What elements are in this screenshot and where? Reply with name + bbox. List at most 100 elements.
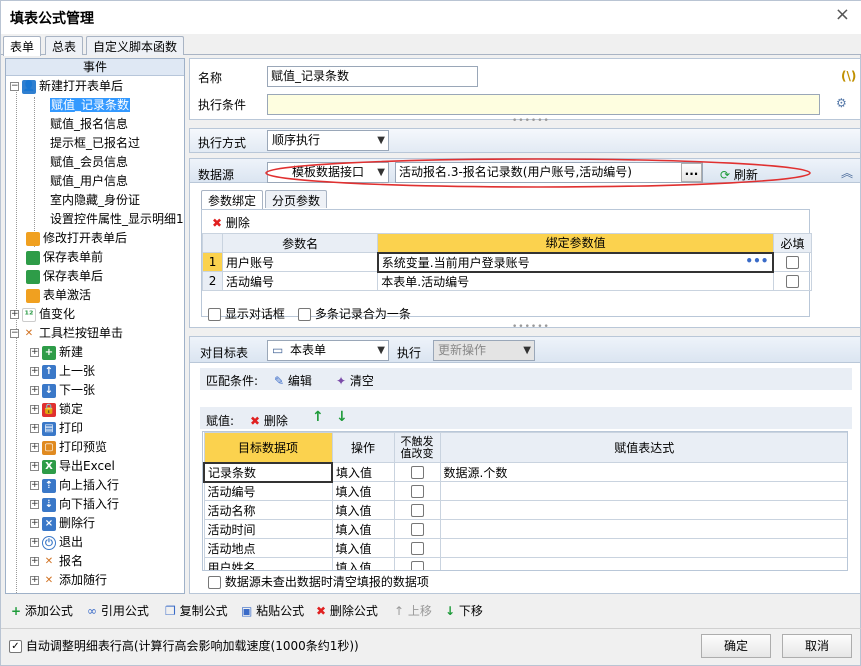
tab-form[interactable]: 表单	[3, 36, 42, 56]
expand-icon[interactable]: +	[30, 462, 39, 471]
expand-icon[interactable]: +	[30, 405, 39, 414]
collapse-up-icon[interactable]: ︽	[841, 164, 853, 181]
tree-node-formula[interactable]: 室内隐藏_身份证	[50, 191, 140, 210]
tree-node-formula[interactable]: 提示框_已报名过	[50, 134, 140, 153]
tree-node-new-open[interactable]: − 👤 新建打开表单后	[10, 77, 123, 96]
add-formula-button[interactable]: + 添加公式	[11, 602, 73, 620]
expand-icon[interactable]: +	[30, 424, 39, 433]
no-trigger-checkbox[interactable]	[410, 542, 424, 555]
expand-icon[interactable]: +	[30, 538, 39, 547]
auto-adjust-option[interactable]: ✓ 自动调整明细表行高(计算行高会影响加载速度(1000条约1秒))	[9, 637, 359, 654]
tree-node-btn-insert-down[interactable]: + ⇣ 向下插入行	[30, 495, 119, 514]
assign-grid-viewport[interactable]: 目标数据项 操作 不触发值改变 赋值表达式 记录条数 填入值 数据源.个数 活动…	[202, 431, 848, 571]
expand-icon[interactable]: +	[30, 576, 39, 585]
required-checkbox[interactable]	[786, 256, 800, 269]
param-delete-button[interactable]: ✖ 删除	[212, 214, 250, 231]
move-down-button[interactable]: ↓ 下移	[445, 602, 483, 620]
tree-node-btn-export-excel[interactable]: + X 导出Excel	[30, 457, 115, 476]
no-trigger-checkbox[interactable]	[410, 485, 424, 498]
assign-op-cell[interactable]: 填入值	[331, 519, 395, 539]
close-icon[interactable]: ×	[835, 4, 850, 25]
assign-target-cell[interactable]: 记录条数	[203, 461, 333, 483]
tree-node-formula[interactable]: 设置控件属性_显示明细1	[50, 210, 184, 229]
clear-on-empty-checkbox[interactable]	[208, 576, 221, 589]
assign-target-cell[interactable]: 活动地点	[203, 538, 333, 558]
clear-on-empty-option[interactable]: 数据源未查出数据时清空填报的数据项	[208, 573, 429, 590]
expand-icon[interactable]: +	[30, 348, 39, 357]
param-grid[interactable]: 参数名 绑定参数值 必填 1 用户账号 系统变量.当前用户登录账号 ••• 2 活…	[201, 233, 813, 291]
assign-expr-cell[interactable]	[439, 481, 847, 501]
expand-icon[interactable]: +	[10, 310, 19, 319]
table-row[interactable]: 2 活动编号 本表单.活动编号	[201, 271, 813, 291]
merge-records-checkbox[interactable]	[298, 308, 311, 321]
assign-op-cell[interactable]: 填入值	[331, 481, 395, 501]
name-input[interactable]: 赋值_记录条数	[267, 66, 478, 87]
assign-target-cell[interactable]: 活动名称	[203, 500, 333, 520]
tab-param-binding[interactable]: 参数绑定	[201, 190, 264, 209]
tree-node-btn-new[interactable]: + + 新建	[30, 343, 83, 362]
table-row[interactable]: 活动编号 填入值	[203, 481, 847, 501]
assign-target-cell[interactable]: 活动时间	[203, 519, 333, 539]
tree-node-formula[interactable]: 赋值_记录条数	[50, 96, 131, 115]
tree-node-after-save[interactable]: 保存表单后	[26, 267, 103, 286]
move-up-button[interactable]: ↑ 上移	[394, 602, 432, 620]
assign-expr-cell[interactable]	[439, 538, 847, 558]
tree-node-btn-exit[interactable]: + ⏻ 退出	[30, 533, 83, 552]
assign-op-cell[interactable]: 填入值	[331, 500, 395, 520]
param-value-cell[interactable]: 系统变量.当前用户登录账号 •••	[376, 251, 775, 273]
expand-icon[interactable]: +	[30, 500, 39, 509]
collapse-icon[interactable]: −	[10, 329, 19, 338]
collapse-icon[interactable]: −	[10, 82, 19, 91]
merge-records-option[interactable]: 多条记录合为一条	[298, 305, 411, 322]
event-tree[interactable]: 事件 − 👤 新建打开表单后 赋值_记录条数 赋值_报名信息 提示框_已报名过 赋值…	[5, 58, 185, 594]
expand-icon[interactable]: +	[30, 557, 39, 566]
delete-formula-button[interactable]: ✖ 删除公式	[316, 602, 378, 620]
tab-summary[interactable]: 总表	[45, 36, 84, 55]
tree-node-value-change[interactable]: + ¹² 值变化	[10, 305, 75, 324]
tree-node-btn-signup[interactable]: + ✕ 报名	[30, 552, 83, 571]
expand-icon[interactable]: +	[30, 386, 39, 395]
assign-expr-cell[interactable]	[439, 519, 847, 539]
no-trigger-checkbox[interactable]	[410, 561, 424, 570]
table-row[interactable]: 记录条数 填入值 数据源.个数	[203, 461, 847, 483]
param-value-cell[interactable]: 本表单.活动编号	[377, 271, 774, 291]
tree-node-btn-print[interactable]: + ▤ 打印	[30, 419, 83, 438]
tree-node-btn-insert-up[interactable]: + ⇡ 向上插入行	[30, 476, 119, 495]
assign-op-cell[interactable]: 填入值	[331, 538, 395, 558]
assign-target-cell[interactable]: 用户姓名	[203, 557, 333, 570]
tree-node-btn-add-companion[interactable]: + ✕ 添加随行	[30, 571, 107, 590]
assign-expr-cell[interactable]	[439, 557, 847, 570]
match-clear-button[interactable]: ✦ 清空	[336, 372, 374, 389]
assign-expr-cell[interactable]	[439, 500, 847, 520]
assign-expr-cell[interactable]: 数据源.个数	[439, 462, 847, 482]
tree-node-btn-prev[interactable]: + ↑ 上一张	[30, 362, 95, 381]
tree-node-modify-open[interactable]: 修改打开表单后	[26, 229, 127, 248]
table-row[interactable]: 活动名称 填入值	[203, 500, 847, 520]
auto-adjust-checkbox[interactable]: ✓	[9, 640, 22, 653]
copy-formula-button[interactable]: ❐ 复制公式	[165, 602, 228, 620]
paste-formula-button[interactable]: ▣ 粘贴公式	[241, 602, 304, 620]
no-trigger-checkbox[interactable]	[410, 466, 424, 479]
tree-node-activate[interactable]: 表单激活	[26, 286, 91, 305]
move-down-icon[interactable]: ↓	[336, 409, 348, 425]
tree-node-btn-next[interactable]: + ↓ 下一张	[30, 381, 95, 400]
condition-input[interactable]	[267, 94, 820, 115]
show-dialog-checkbox[interactable]	[208, 308, 221, 321]
expand-icon[interactable]: +	[30, 481, 39, 490]
tab-custom-script[interactable]: 自定义脚本函数	[86, 36, 185, 55]
required-checkbox[interactable]	[785, 275, 799, 288]
tree-node-before-save[interactable]: 保存表单前	[26, 248, 103, 267]
tree-node-formula[interactable]: 赋值_用户信息	[50, 172, 128, 191]
expand-icon[interactable]: +	[30, 443, 39, 452]
no-trigger-checkbox[interactable]	[410, 504, 424, 517]
table-row[interactable]: 1 用户账号 系统变量.当前用户登录账号 •••	[201, 251, 813, 273]
move-up-icon[interactable]: ↑	[312, 409, 324, 425]
target-select[interactable]: ▭ 本表单 ▼	[267, 340, 389, 361]
exec-mode-select[interactable]: 顺序执行 ▼	[267, 130, 389, 151]
show-dialog-option[interactable]: 显示对话框	[208, 305, 285, 322]
tree-node-btn-print-preview[interactable]: + ▢ 打印预览	[30, 438, 107, 457]
table-row[interactable]: 活动时间 填入值	[203, 519, 847, 539]
assign-op-cell[interactable]: 填入值	[331, 462, 395, 482]
assign-target-cell[interactable]: 活动编号	[203, 481, 333, 501]
assign-op-cell[interactable]: 填入值	[331, 557, 395, 570]
